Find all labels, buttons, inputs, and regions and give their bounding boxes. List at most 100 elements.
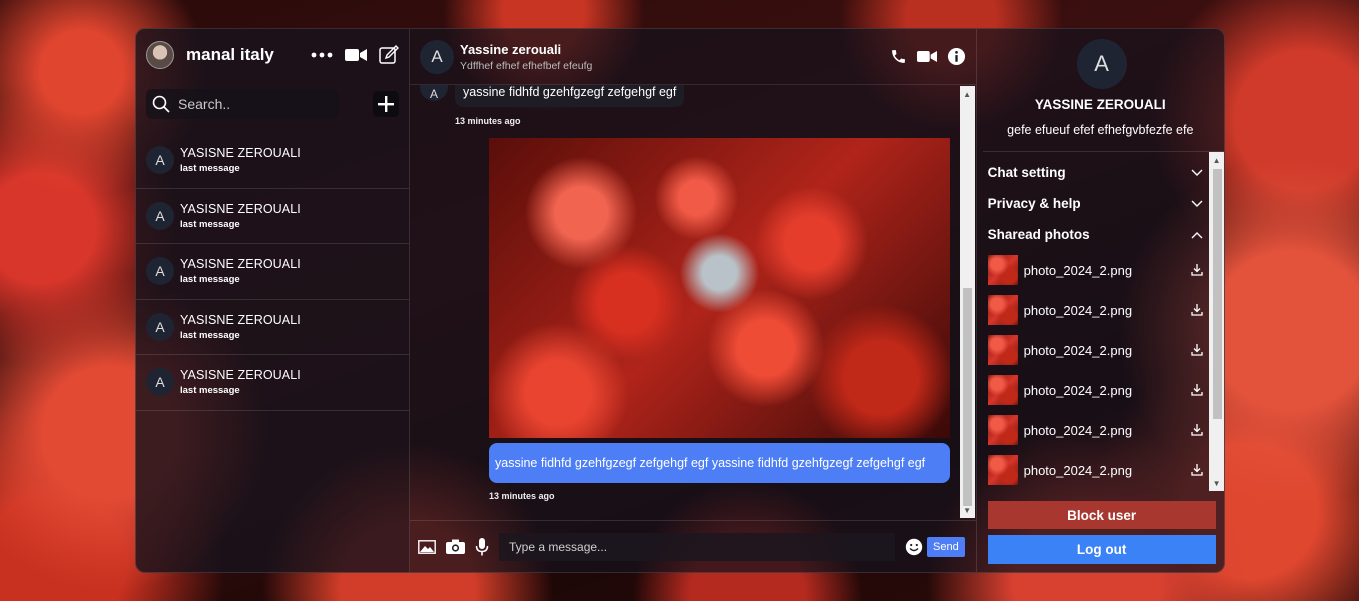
conversations-sidebar: manal italy Search.. A YASISNE ZEROUALI … [136, 29, 410, 572]
conversation-text: YASISNE ZEROUALI last message [180, 313, 301, 341]
conversation-avatar: A [146, 201, 174, 230]
download-icon[interactable] [1190, 304, 1203, 316]
scroll-down-arrow-icon[interactable]: ▼ [960, 502, 975, 518]
conversation-last-message: last message [180, 385, 240, 397]
download-icon[interactable] [1190, 344, 1203, 356]
add-conversation-button[interactable] [373, 91, 399, 117]
microphone-icon[interactable] [475, 537, 489, 556]
conversation-last-message: last message [180, 329, 240, 341]
photo-name: photo_2024_2.png [1023, 342, 1133, 358]
video-call-icon[interactable] [345, 48, 367, 62]
conversation-item[interactable]: A YASISNE ZEROUALI last message [136, 133, 409, 189]
conversation-item[interactable]: A YASISNE ZEROUALI last message [136, 189, 409, 244]
scroll-up-arrow-icon[interactable]: ▲ [1209, 152, 1224, 168]
block-user-button[interactable]: Block user [987, 501, 1216, 529]
conversation-list: A YASISNE ZEROUALI last message A YASISN… [136, 133, 409, 411]
conversation-name: YASISNE ZEROUALI [180, 201, 301, 216]
my-avatar[interactable] [146, 41, 174, 69]
photo-thumbnail[interactable] [987, 455, 1018, 485]
photo-name: photo_2024_2.png [1023, 382, 1133, 398]
conversation-name: YASISNE ZEROUALI [180, 312, 301, 327]
conversation-item[interactable]: A YASISNE ZEROUALI last message [136, 355, 409, 411]
photo-thumbnail[interactable] [987, 375, 1018, 405]
section-label: Sharead photos [987, 227, 1090, 242]
info-icon[interactable] [947, 47, 966, 66]
sidebar-header-actions [311, 45, 399, 65]
scroll-down-arrow-icon[interactable]: ▼ [1209, 475, 1224, 491]
section-privacy-help[interactable]: Privacy & help [983, 188, 1224, 219]
conversation-avatar: A [146, 146, 174, 175]
incoming-message: yassine fidhfd gzehfgzegf zefgehgf egf [455, 85, 685, 107]
shared-photo-item: photo_2024_2.png [983, 290, 1224, 330]
incoming-timestamp: 13 minutes ago [455, 116, 521, 126]
chat-header: A Yassine zerouali Ydffhef efhef efhefbe… [410, 29, 976, 85]
section-label: Privacy & help [987, 196, 1081, 211]
chevron-up-icon [1191, 231, 1203, 239]
compose-icon[interactable] [379, 45, 399, 65]
conversation-text: YASISNE ZEROUALI last message [180, 146, 301, 174]
photo-thumbnail[interactable] [987, 295, 1018, 325]
search-icon [152, 95, 170, 113]
details-name: YASSINE ZEROUALI [1034, 97, 1166, 112]
outgoing-message: yassine fidhfd gzehfgzegf zefgehgf egf y… [489, 443, 950, 483]
contact-avatar[interactable]: A [420, 39, 454, 74]
chat-scrollbar[interactable]: ▲ ▼ [959, 86, 975, 518]
download-icon[interactable] [1190, 464, 1203, 476]
details-scroll-thumb[interactable] [1212, 169, 1222, 419]
phone-icon[interactable] [890, 48, 907, 65]
details-description: gefe efueuf efef efhefgvbfezfe efe [1007, 123, 1194, 137]
photo-thumbnail[interactable] [987, 255, 1018, 285]
chevron-down-icon [1191, 169, 1203, 177]
download-icon[interactable] [1190, 264, 1203, 276]
photo-thumbnail[interactable] [987, 335, 1018, 365]
contact-status: Ydffhef efhef efhefbef efeufg [460, 59, 593, 72]
details-avatar: A [1076, 39, 1127, 89]
photo-name: photo_2024_2.png [1023, 462, 1133, 478]
logout-button[interactable]: Log out [987, 535, 1216, 564]
shared-photo-item: photo_2024_2.png [983, 450, 1224, 490]
conversation-text: YASISNE ZEROUALI last message [180, 202, 301, 230]
download-icon[interactable] [1190, 424, 1203, 436]
scroll-up-arrow-icon[interactable]: ▲ [960, 86, 975, 102]
conversation-item[interactable]: A YASISNE ZEROUALI last message [136, 244, 409, 300]
details-scrollbar[interactable]: ▲ ▼ [1208, 152, 1224, 491]
chevron-down-icon [1191, 200, 1203, 208]
contact-name: Yassine zerouali [460, 41, 562, 57]
plus-icon [378, 96, 395, 112]
camera-icon[interactable] [446, 539, 465, 554]
shared-photo-message[interactable] [489, 138, 950, 438]
search-box [146, 89, 340, 119]
photo-name: photo_2024_2.png [1023, 262, 1133, 278]
message-list: A yassine fidhfd gzehfgzegf zefgehgf egf… [410, 85, 976, 520]
conversation-name: YASISNE ZEROUALI [180, 368, 301, 383]
section-chat-setting[interactable]: Chat setting [983, 157, 1224, 188]
video-call-icon[interactable] [916, 50, 937, 63]
conversation-item[interactable]: A YASISNE ZEROUALI last message [136, 300, 409, 355]
search-input[interactable] [178, 96, 328, 112]
emoji-icon[interactable] [905, 538, 923, 556]
conversation-avatar: A [146, 257, 174, 286]
chat-header-actions [890, 47, 966, 66]
chat-panel: A Yassine zerouali Ydffhef efhef efhefbe… [410, 29, 977, 572]
message-composer: Send [410, 520, 976, 572]
conversation-last-message: last message [180, 218, 240, 230]
chat-scroll-thumb[interactable] [962, 288, 972, 506]
photo-thumbnail[interactable] [987, 415, 1018, 445]
more-options-icon[interactable] [311, 52, 333, 58]
conversation-name: YASISNE ZEROUALI [180, 257, 301, 272]
search-row [136, 89, 409, 119]
my-name: manal italy [186, 45, 274, 64]
photo-name: photo_2024_2.png [1023, 422, 1133, 438]
sidebar-header: manal italy [136, 29, 409, 81]
chat-app-window: manal italy Search.. A YASISNE ZEROUALI … [135, 28, 1225, 573]
chat-header-text: Yassine zerouali Ydffhef efhef efhefbef … [460, 42, 890, 72]
conversation-avatar: A [146, 368, 174, 397]
details-sections: Chat setting Privacy & help Sharead phot… [982, 151, 1224, 491]
image-icon[interactable] [418, 539, 436, 554]
message-input[interactable] [499, 532, 895, 561]
shared-photo-item: photo_2024_2.png [983, 250, 1224, 290]
send-button[interactable]: Send [927, 536, 965, 557]
download-icon[interactable] [1190, 384, 1203, 396]
section-shared-photos[interactable]: Sharead photos [983, 219, 1224, 250]
contact-details-panel: A YASSINE ZEROUALI gefe efueuf efef efhe… [977, 29, 1224, 572]
